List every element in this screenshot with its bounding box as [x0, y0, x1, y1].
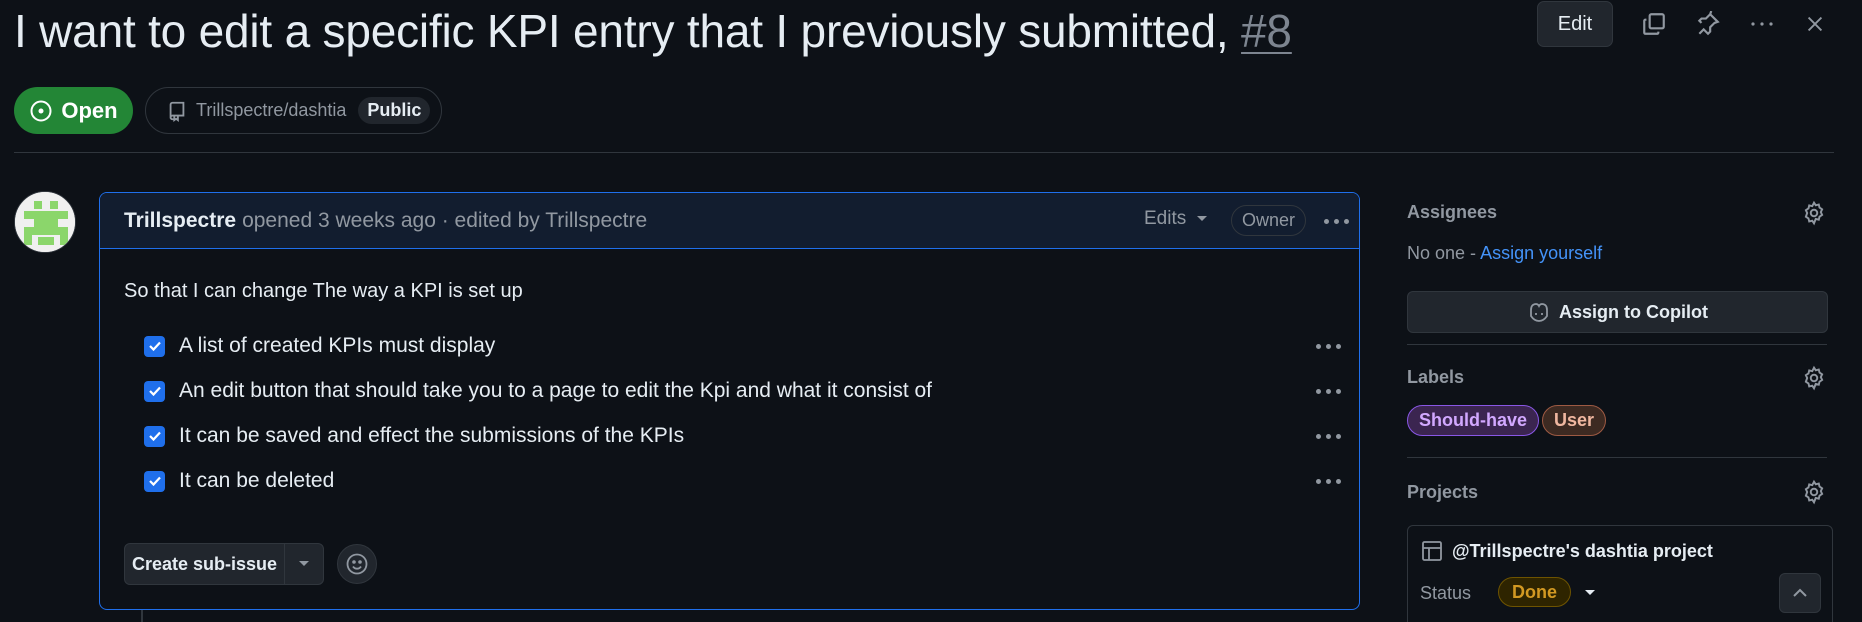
create-subissue-split-button: Create sub-issue: [124, 543, 324, 585]
repo-icon: [169, 101, 185, 122]
timeline-connector: [141, 610, 143, 622]
project-card: @Trillspectre's dashtia project Status D…: [1407, 525, 1833, 622]
check-icon: [148, 476, 161, 487]
status-chevron-down-icon[interactable]: [1584, 589, 1596, 597]
copilot-label: Assign to Copilot: [1559, 301, 1708, 322]
pin-icon[interactable]: [1688, 4, 1728, 44]
subissue-options-dropdown[interactable]: [285, 544, 323, 584]
assignees-heading: Assignees: [1407, 202, 1498, 222]
task-more-icon[interactable]: [1312, 379, 1344, 403]
task-checkbox[interactable]: [144, 380, 165, 402]
task-list-item: A list of created KPIs must display: [144, 331, 1344, 361]
comment-author[interactable]: Trillspectre: [124, 209, 236, 233]
issue-title: I want to edit a specific KPI entry that…: [14, 4, 1292, 58]
assignees-row: No one - Assign yourself: [1407, 243, 1602, 264]
chevron-up-icon: [1793, 588, 1807, 597]
task-more-icon[interactable]: [1312, 334, 1344, 358]
task-label: It can be saved and effect the submissio…: [179, 424, 685, 447]
comment-meta: opened 3 weeks ago · edited by Trillspec…: [242, 208, 648, 232]
comment-body-text: So that I can change The way a KPI is se…: [124, 280, 523, 302]
project-name: @Trillspectre's dashtia project: [1452, 540, 1713, 561]
comment-more-icon[interactable]: [1320, 209, 1352, 233]
label-should-have[interactable]: Should-have: [1407, 405, 1540, 436]
issue-state-badge: Open: [14, 87, 133, 134]
repo-name: Trillspectre/dashtia: [196, 100, 347, 120]
task-label: It can be deleted: [179, 469, 335, 492]
assignees-gear-icon[interactable]: [1801, 200, 1827, 226]
edit-button[interactable]: Edit: [1537, 1, 1613, 47]
task-checkbox[interactable]: [144, 470, 165, 492]
check-icon: [148, 341, 161, 352]
issue-body-comment: Trillspectre opened 3 weeks ago · edited…: [99, 192, 1360, 610]
task-checkbox[interactable]: [144, 425, 165, 447]
create-subissue-button[interactable]: Create sub-issue: [125, 544, 285, 584]
task-more-icon[interactable]: [1312, 469, 1344, 493]
close-icon[interactable]: [1795, 4, 1835, 44]
comment-header: Trillspectre opened 3 weeks ago · edited…: [100, 193, 1359, 249]
chevron-down-icon: [299, 561, 309, 566]
task-list-item: It can be saved and effect the submissio…: [144, 421, 1344, 451]
task-more-icon[interactable]: [1312, 424, 1344, 448]
labels-gear-icon[interactable]: [1801, 365, 1827, 391]
copy-icon[interactable]: [1634, 4, 1674, 44]
labels-heading: Labels: [1407, 367, 1465, 387]
owner-badge: Owner: [1231, 205, 1307, 236]
avatar[interactable]: [14, 191, 76, 253]
sidebar-divider: [1407, 344, 1827, 345]
projects-heading: Projects: [1407, 482, 1479, 502]
smiley-icon: [346, 553, 368, 575]
edits-label: Edits: [1144, 208, 1187, 229]
task-list-item: It can be deleted: [144, 466, 1344, 496]
task-list-item: An edit button that should take you to a…: [144, 376, 1344, 406]
issue-open-icon: [30, 100, 52, 121]
check-icon: [148, 386, 161, 397]
no-assignee-text: No one -: [1407, 243, 1477, 263]
issue-number-link[interactable]: #8: [1241, 5, 1292, 57]
project-status-label: Status: [1420, 583, 1472, 603]
visibility-badge: Public: [358, 97, 431, 124]
assign-to-copilot-button[interactable]: Assign to Copilot: [1407, 291, 1828, 333]
header-divider: [14, 152, 1834, 153]
issue-title-text: I want to edit a specific KPI entry that…: [14, 5, 1229, 57]
repo-pill[interactable]: Trillspectre/dashtia Public: [145, 87, 442, 134]
label-user[interactable]: User: [1542, 405, 1607, 436]
task-checkbox[interactable]: [144, 335, 165, 357]
task-label: A list of created KPIs must display: [179, 334, 496, 357]
project-title-row[interactable]: @Trillspectre's dashtia project: [1420, 539, 1713, 563]
chevron-down-icon: [1197, 216, 1208, 221]
project-status-value[interactable]: Done: [1498, 577, 1571, 607]
sidebar-divider: [1407, 457, 1827, 458]
assign-yourself-link[interactable]: Assign yourself: [1480, 243, 1602, 263]
projects-gear-icon[interactable]: [1801, 479, 1827, 505]
collapse-project-button[interactable]: [1779, 573, 1821, 613]
table-icon: [1422, 541, 1442, 561]
task-label: An edit button that should take you to a…: [179, 379, 933, 402]
edits-dropdown[interactable]: Edits: [1144, 208, 1208, 230]
issue-state-label: Open: [61, 97, 118, 123]
add-reaction-button[interactable]: [337, 544, 377, 584]
copilot-icon: [1530, 303, 1548, 322]
more-icon[interactable]: [1742, 4, 1782, 44]
check-icon: [148, 431, 161, 442]
